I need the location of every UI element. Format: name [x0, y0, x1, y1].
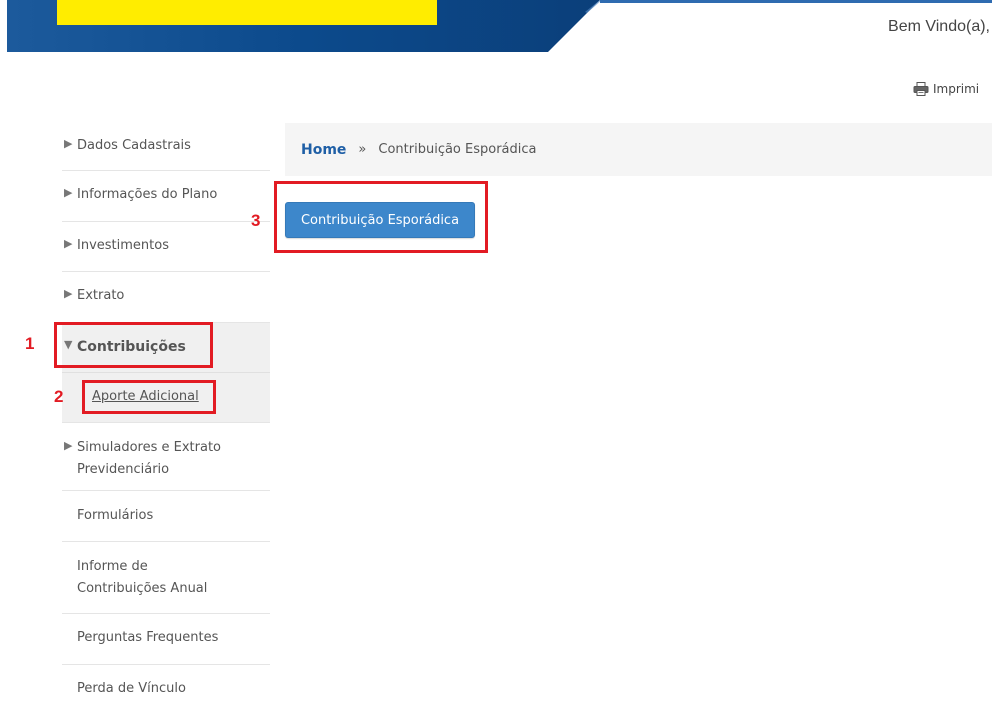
- sidebar-item-dados-cadastrais[interactable]: ▶ Dados Cadastrais: [62, 121, 270, 171]
- sidebar-item-label: Informações do Plano: [77, 187, 218, 202]
- annotation-number-2: 2: [54, 387, 64, 406]
- sidebar-item-formularios[interactable]: Formulários: [62, 491, 270, 542]
- breadcrumb-current: Contribuição Esporádica: [378, 142, 537, 157]
- sidebar-item-label: Extrato: [77, 288, 125, 303]
- caret-right-icon: ▶: [64, 186, 73, 199]
- sidebar-item-label-line2: Contribuições Anual: [77, 581, 208, 596]
- sidebar-item-informe-contribuicoes[interactable]: Informe de Contribuições Anual: [62, 542, 270, 614]
- sidebar-item-label: Investimentos: [77, 238, 169, 253]
- print-link[interactable]: Imprimi: [913, 82, 979, 96]
- printer-icon: [913, 82, 929, 96]
- sidebar-menu: ▶ Dados Cadastrais ▶ Informações do Plan…: [62, 121, 270, 713]
- sidebar-item-label: Simuladores e Extrato Previdenciário: [77, 437, 221, 481]
- sidebar-item-label-line2: Previdenciário: [77, 462, 170, 477]
- caret-right-icon: ▶: [64, 237, 73, 250]
- breadcrumb-separator: »: [358, 142, 367, 157]
- caret-down-icon: ▼: [64, 338, 73, 351]
- header-banner: Bem Vindo(a),: [0, 0, 992, 55]
- sidebar-item-informacoes-do-plano[interactable]: ▶ Informações do Plano: [62, 171, 270, 222]
- caret-right-icon: ▶: [64, 137, 73, 150]
- sidebar-subitem-link[interactable]: Aporte Adicional: [64, 386, 199, 408]
- sidebar-item-extrato[interactable]: ▶ Extrato: [62, 272, 270, 323]
- sidebar-subitem-aporte-adicional[interactable]: Aporte Adicional: [62, 373, 270, 423]
- print-label: Imprimi: [933, 82, 980, 96]
- caret-right-icon: ▶: [64, 439, 73, 452]
- caret-right-icon: ▶: [64, 287, 73, 300]
- sidebar-item-label: Contribuições: [77, 339, 186, 355]
- welcome-text: Bem Vindo(a),: [888, 18, 990, 35]
- sidebar-item-investimentos[interactable]: ▶ Investimentos: [62, 222, 270, 272]
- sidebar-item-perda-de-vinculo[interactable]: Perda de Vínculo: [62, 665, 270, 713]
- annotation-number-3: 3: [251, 211, 261, 230]
- header-background: [7, 0, 992, 52]
- sidebar-item-label: Perda de Vínculo: [77, 681, 186, 696]
- breadcrumb: Home » Contribuição Esporádica: [285, 123, 992, 176]
- sidebar-item-perguntas-frequentes[interactable]: Perguntas Frequentes: [62, 614, 270, 665]
- sidebar-item-label: Formulários: [77, 508, 154, 523]
- brand-yellow-bar: [57, 0, 437, 25]
- sidebar-item-contribuicoes[interactable]: ▼ Contribuições: [62, 323, 270, 373]
- annotation-number-1: 1: [25, 334, 35, 353]
- sidebar-item-simuladores[interactable]: ▶ Simuladores e Extrato Previdenciário: [62, 423, 270, 491]
- contribuicao-esporadica-button[interactable]: Contribuição Esporádica: [285, 202, 475, 238]
- sidebar-item-label-line1: Informe de: [77, 559, 148, 574]
- sidebar-item-label: Dados Cadastrais: [77, 138, 191, 153]
- sidebar-item-label-line1: Simuladores e Extrato: [77, 440, 222, 455]
- sidebar-item-label: Informe de Contribuições Anual: [64, 556, 207, 600]
- sidebar-item-label: Perguntas Frequentes: [77, 630, 219, 645]
- breadcrumb-home-link[interactable]: Home: [301, 142, 346, 158]
